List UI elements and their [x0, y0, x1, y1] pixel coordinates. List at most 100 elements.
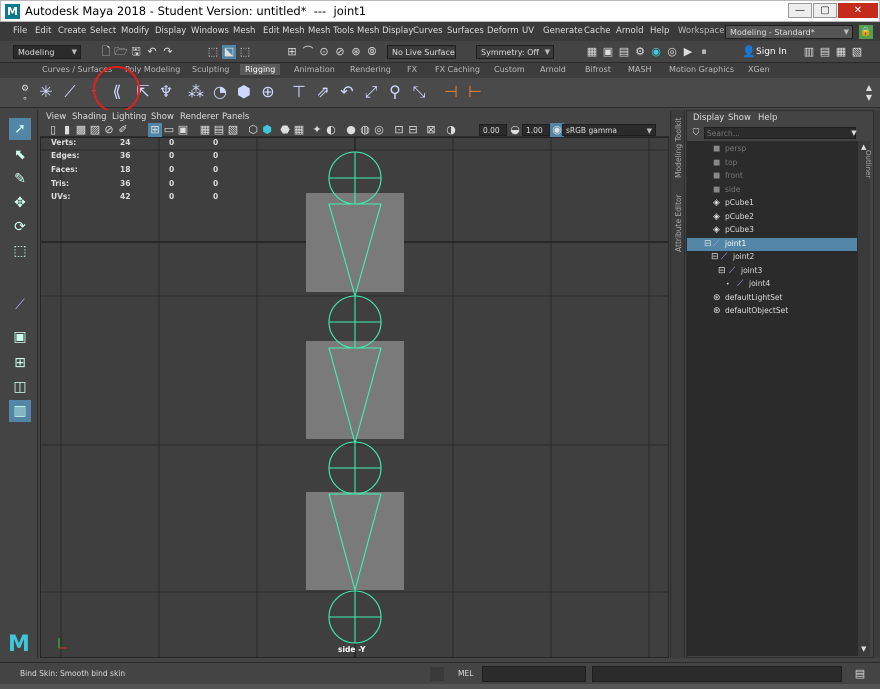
pcube3-shape[interactable]	[306, 492, 404, 590]
scroll-down-icon[interactable]: ▼	[861, 645, 866, 653]
constraint-scale-icon[interactable]: ⤢	[361, 82, 381, 102]
outliner-tab-label[interactable]: Outliner	[864, 150, 872, 178]
joint-tool-icon[interactable]: ✳	[36, 82, 56, 102]
safe-action-icon[interactable]: ▧	[226, 123, 240, 137]
panel-menu-view[interactable]: View	[46, 112, 66, 122]
shelf-tab-fx[interactable]: FX	[407, 65, 417, 74]
panel-menu-shading[interactable]: Shading	[72, 112, 107, 122]
outliner-menu-display[interactable]: Display	[693, 113, 724, 123]
shelf-tab-arnold[interactable]: Arnold	[540, 65, 566, 74]
outliner-item-pcube1[interactable]: ◈ pCube1	[687, 197, 857, 210]
minimize-button[interactable]: —	[788, 3, 812, 18]
snap-point-icon[interactable]: ⊙	[317, 45, 331, 59]
new-scene-icon[interactable]: 🗋	[99, 45, 113, 59]
hypershade-icon[interactable]: ◉	[649, 45, 663, 59]
close-button[interactable]: ✕	[838, 3, 878, 18]
menu-modify[interactable]: Modify	[121, 26, 149, 36]
live-surface-field[interactable]: No Live Surface	[387, 45, 456, 59]
outliner-side-tab[interactable]: Outliner	[864, 110, 880, 658]
menu-select[interactable]: Select	[90, 26, 116, 36]
workspace-dropdown[interactable]: Modeling - Standard* ▼	[725, 25, 853, 39]
select-tool-icon[interactable]: ➚	[9, 118, 31, 140]
shelf-tab-custom[interactable]: Custom	[494, 65, 525, 74]
outliner-filter-icon[interactable]: ⛉	[689, 126, 703, 140]
xray-joints-icon[interactable]: ⊠	[424, 123, 438, 137]
constraint-pole-icon[interactable]: ⤡	[409, 82, 429, 102]
outliner-item-joint4[interactable]: • ⟋ joint4	[687, 278, 857, 291]
outliner-item-default-light-set[interactable]: ⊛ defaultLightSet	[687, 292, 857, 305]
menu-file[interactable]: File	[13, 26, 27, 36]
textured-icon[interactable]: ▦	[292, 123, 306, 137]
anti-aliasing-icon[interactable]: ◎	[372, 123, 386, 137]
arnold-render-icon[interactable]: ◎	[665, 45, 679, 59]
outliner-search-input[interactable]	[704, 127, 856, 139]
undo-icon[interactable]: ↶	[145, 45, 159, 59]
gamma-field[interactable]: 1.00	[522, 124, 550, 136]
render-frame-icon[interactable]: ▣	[601, 45, 615, 59]
menu-cache[interactable]: Cache	[584, 26, 610, 36]
exposure-field[interactable]: 0.00	[479, 124, 507, 136]
attribute-editor-icon[interactable]: ▦	[834, 45, 848, 59]
wireframe-on-shaded-icon[interactable]: ⬣	[278, 123, 292, 137]
outliner-item-persp[interactable]: ◼ persp	[687, 143, 857, 156]
persp-outliner-icon[interactable]: ◫	[9, 376, 31, 398]
outliner-menu-show[interactable]: Show	[728, 113, 751, 123]
make-live-icon[interactable]: ⦾	[365, 45, 379, 59]
grid-toggle-icon[interactable]: ⊞	[148, 123, 162, 137]
menu-display[interactable]: Display	[155, 26, 186, 36]
image-plane-icon[interactable]: ▨	[88, 123, 102, 137]
four-view-icon[interactable]: ⊞	[9, 352, 31, 374]
ipr-render-icon[interactable]: ▤	[617, 45, 631, 59]
single-perspective-icon[interactable]: ▣	[9, 326, 31, 348]
command-language-label[interactable]: MEL	[458, 669, 473, 678]
joint4-shape[interactable]	[328, 590, 382, 644]
menuset-dropdown[interactable]: Modeling ▼	[13, 45, 81, 59]
constraint-orient-icon[interactable]: ↶	[337, 82, 357, 102]
shelf-tab-rendering[interactable]: Rendering	[350, 65, 391, 74]
lock-icon[interactable]: 🔒	[859, 25, 873, 39]
shelf-tab-bifrost[interactable]: Bifrost	[585, 65, 611, 74]
outliner-menu-help[interactable]: Help	[758, 113, 777, 123]
menu-uv[interactable]: UV	[522, 26, 534, 36]
camera-attributes-icon[interactable]: ▮	[60, 123, 74, 137]
menu-mesh-tools[interactable]: Mesh Tools	[308, 26, 354, 36]
outliner-item-joint3[interactable]: ⊟ ⟋ joint3	[687, 265, 857, 278]
render-view-icon[interactable]: ▦	[585, 45, 599, 59]
screen-space-ao-icon[interactable]: ●	[344, 123, 358, 137]
2d-pan-icon[interactable]: ⊘	[102, 123, 116, 137]
lasso-tool-icon[interactable]: ⬉	[9, 144, 31, 166]
outliner-item-pcube3[interactable]: ◈ pCube3	[687, 224, 857, 237]
constraint-parent-icon[interactable]: ⚲	[385, 82, 405, 102]
redo-icon[interactable]: ↷	[161, 45, 175, 59]
outliner-item-default-object-set[interactable]: ⊛ defaultObjectSet	[687, 305, 857, 318]
lattice-icon[interactable]: ◔	[210, 82, 230, 102]
panel-toggle-icon[interactable]: ▥	[802, 45, 816, 59]
camera-select-icon[interactable]: ▯	[46, 123, 60, 137]
skin-weights-icon[interactable]: ⊣	[441, 82, 461, 102]
pause-icon[interactable]: ⏸	[697, 45, 711, 59]
shelf-tab-rigging[interactable]: Rigging	[240, 64, 281, 75]
select-hierarchy-icon[interactable]: ⬚	[206, 45, 220, 59]
command-line-input[interactable]	[482, 666, 586, 682]
outliner-item-front[interactable]: ◼ front	[687, 170, 857, 183]
shelf-tab-fx-caching[interactable]: FX Caching	[435, 65, 480, 74]
menu-mesh-display[interactable]: Mesh Display	[357, 26, 413, 36]
rotate-tool-icon[interactable]: ⟳	[9, 216, 31, 238]
outliner-item-side[interactable]: ◼ side	[687, 184, 857, 197]
bookmark-icon[interactable]: ▩	[74, 123, 88, 137]
ik-handle-icon[interactable]: ⟋	[60, 82, 80, 102]
outliner-item-joint1[interactable]: ⊟ ⟋ joint1	[687, 238, 857, 251]
outliner-item-pcube2[interactable]: ◈ pCube2	[687, 211, 857, 224]
outliner-layout-icon[interactable]: ▥	[9, 400, 31, 422]
scale-tool-icon[interactable]: ⬚	[9, 240, 31, 262]
play-icon[interactable]: ▶	[681, 45, 695, 59]
maximize-button[interactable]: ▢	[813, 3, 837, 18]
viewport-side[interactable]: Verts: 24 0 0 Edges: 36 0 0 Faces: 18 0 …	[40, 137, 669, 658]
sculpt-icon[interactable]: ⊕	[258, 82, 278, 102]
view-transform-dropdown[interactable]: sRGB gamma ▼	[562, 124, 656, 136]
constraint-aim-icon[interactable]: ⇗	[313, 82, 333, 102]
pcube1-shape[interactable]	[306, 193, 404, 292]
shelf-tab-motion-graphics[interactable]: Motion Graphics	[669, 65, 734, 74]
move-tool-icon[interactable]: ✥	[9, 192, 31, 214]
menu-edit-mesh[interactable]: Edit Mesh	[263, 26, 305, 36]
